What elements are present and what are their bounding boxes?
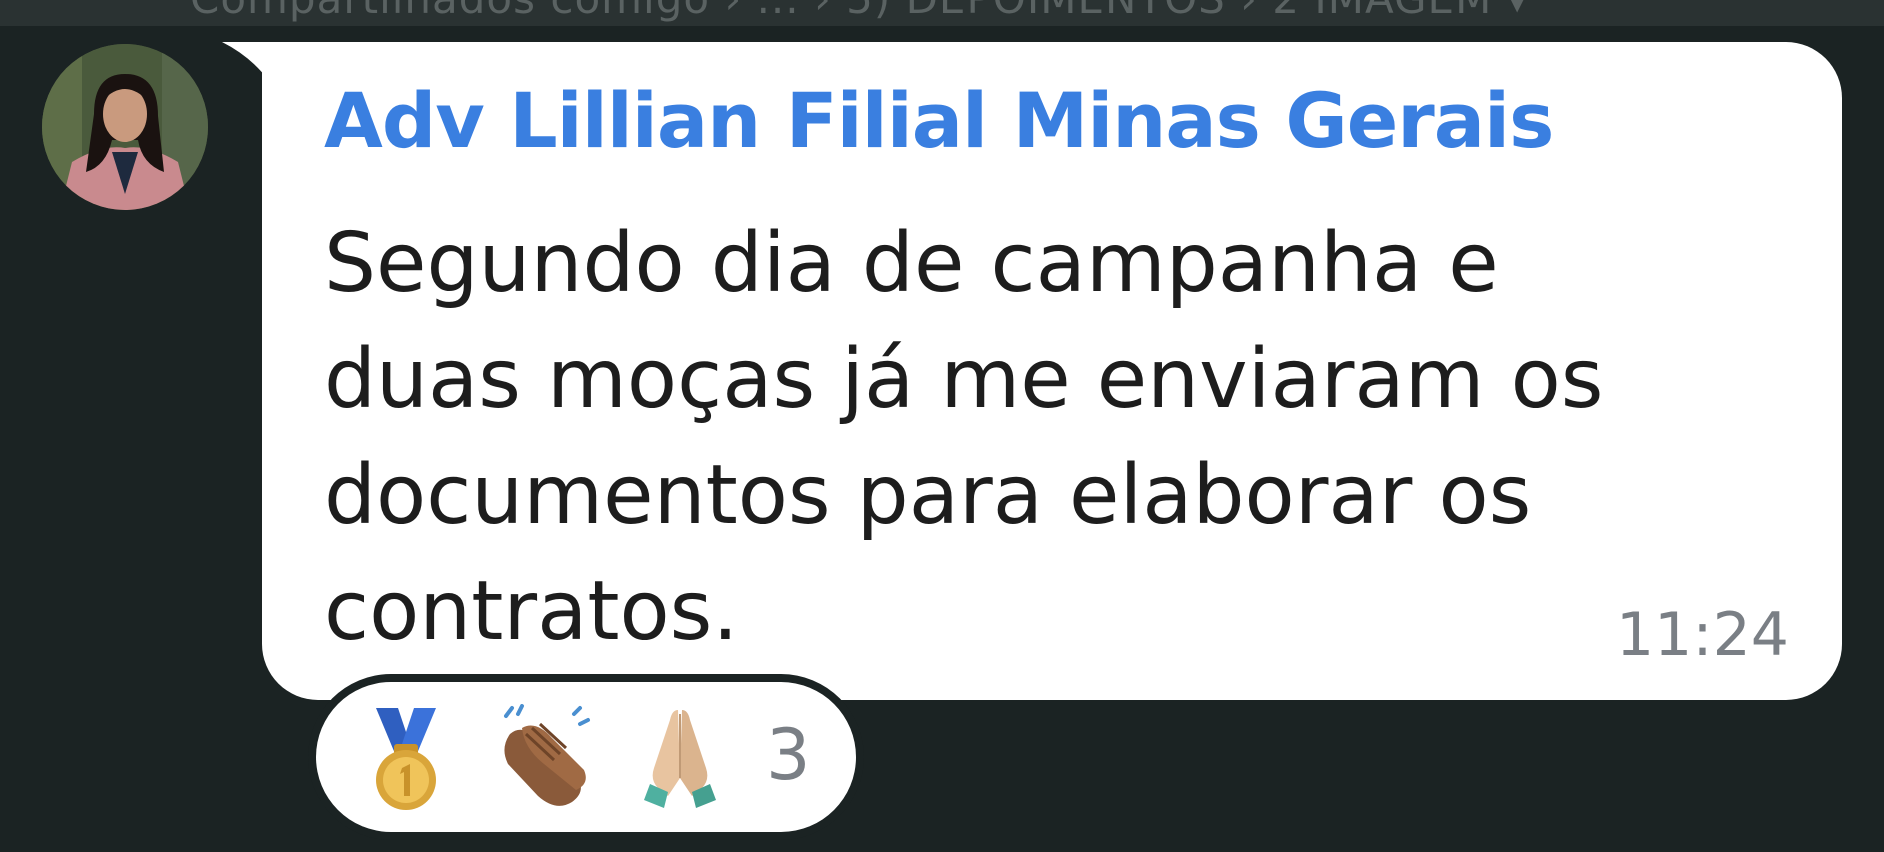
breadcrumb: Compartilhados comigo › ... › 5) DEPOIME… bbox=[0, 0, 1884, 26]
avatar[interactable] bbox=[42, 44, 208, 210]
message-time: 11:24 bbox=[1616, 600, 1789, 670]
gold-medal-icon bbox=[358, 704, 454, 812]
avatar-photo bbox=[42, 44, 208, 210]
breadcrumb-text: Compartilhados comigo › ... › 5) DEPOIME… bbox=[190, 0, 1529, 23]
clapping-hands-icon bbox=[496, 704, 592, 812]
reactions-bar[interactable]: 3 bbox=[316, 682, 856, 832]
reaction-count: 3 bbox=[766, 714, 811, 796]
folded-hands-icon bbox=[632, 704, 728, 812]
message-text: Segundo dia de campanha e duas moças já … bbox=[324, 216, 1604, 659]
sender-name[interactable]: Adv Lillian Filial Minas Gerais bbox=[324, 76, 1554, 165]
